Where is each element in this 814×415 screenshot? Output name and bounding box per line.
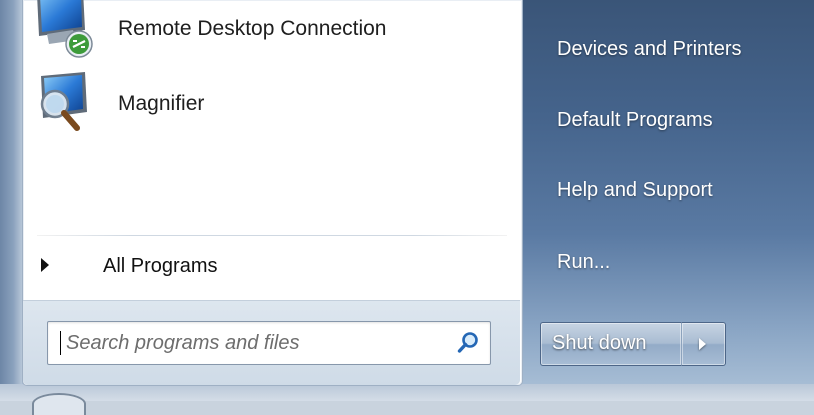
frame-left-edge <box>0 0 22 390</box>
shutdown-options-button[interactable] <box>681 322 726 366</box>
programs-pane: Remote Desktop Connection Magnifier All … <box>22 0 523 386</box>
link-devices-and-printers[interactable]: Devices and Printers <box>557 38 742 61</box>
link-help-and-support[interactable]: Help and Support <box>557 179 713 202</box>
search-icon[interactable] <box>456 331 480 355</box>
pinned-item-remote-desktop[interactable]: Remote Desktop Connection <box>33 0 513 62</box>
all-programs-label: All Programs <box>103 255 218 277</box>
pinned-item-label: Magnifier <box>118 92 205 115</box>
search-input[interactable] <box>64 328 448 358</box>
magnifier-icon <box>40 72 87 131</box>
chevron-right-icon <box>41 258 49 272</box>
link-run[interactable]: Run... <box>557 251 610 274</box>
search-box[interactable] <box>47 321 491 365</box>
remote-desktop-icon <box>37 0 93 58</box>
text-caret <box>60 331 61 355</box>
start-orb[interactable] <box>32 393 86 415</box>
link-default-programs[interactable]: Default Programs <box>557 109 713 132</box>
all-programs-item[interactable]: All Programs <box>23 238 520 298</box>
shutdown-label: Shut down <box>552 332 647 354</box>
pinned-item-label: Remote Desktop Connection <box>118 17 387 40</box>
taskbar-edge <box>0 384 814 401</box>
chevron-right-icon <box>699 338 706 350</box>
search-area <box>23 300 520 385</box>
pinned-item-magnifier[interactable]: Magnifier <box>33 70 513 132</box>
separator <box>37 235 507 236</box>
shutdown-button[interactable]: Shut down <box>540 322 682 366</box>
